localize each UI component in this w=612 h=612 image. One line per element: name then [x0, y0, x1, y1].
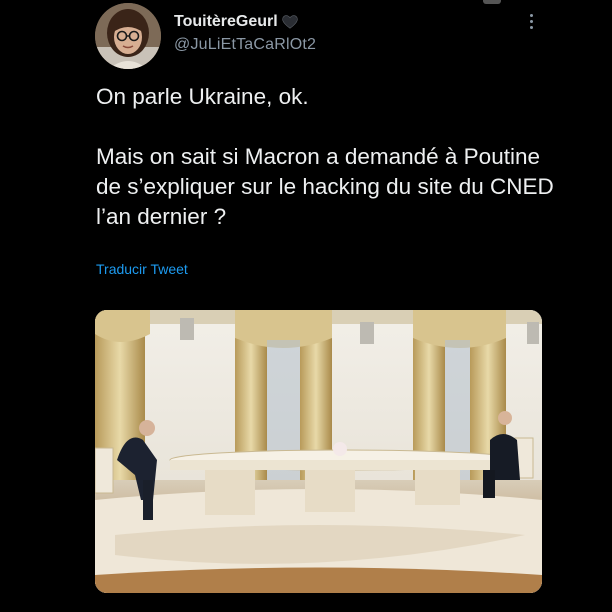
- translate-tweet-link[interactable]: Traducir Tweet: [96, 261, 188, 277]
- kremlin-table-photo: [95, 310, 542, 593]
- avatar-image: [95, 3, 161, 69]
- more-options-button[interactable]: [520, 10, 544, 34]
- more-vertical-icon: [530, 14, 533, 17]
- status-notch: [483, 0, 501, 4]
- author-handle[interactable]: @JuLiEtTaCaRlOt2: [174, 36, 316, 54]
- black-heart-icon: [282, 15, 298, 29]
- display-name[interactable]: TouitèreGeurl: [174, 13, 278, 31]
- more-dot: [530, 20, 533, 23]
- tweet-media-image[interactable]: [95, 310, 542, 593]
- avatar[interactable]: [95, 3, 161, 69]
- tweet-paragraph: On parle Ukraine, ok.: [96, 84, 309, 109]
- author-name-row: TouitèreGeurl: [174, 13, 298, 31]
- tweet-paragraph: Mais on sait si Macron a demandé à Pouti…: [96, 144, 554, 229]
- more-dot: [530, 26, 533, 29]
- tweet-text: On parle Ukraine, ok. Mais on sait si Ma…: [96, 82, 566, 232]
